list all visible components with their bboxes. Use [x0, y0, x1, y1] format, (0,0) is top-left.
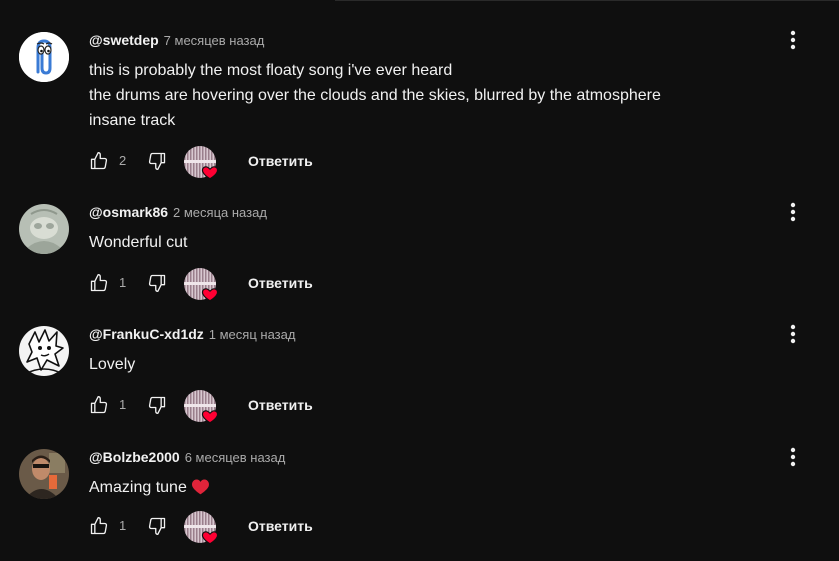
comment-timestamp[interactable]: 2 месяца назад: [173, 205, 267, 220]
heart-icon: [201, 288, 219, 302]
red-heart-emoji-icon: [191, 479, 209, 495]
creator-heart: [184, 390, 220, 426]
comment-menu-button[interactable]: [783, 445, 803, 469]
creator-heart: [184, 268, 220, 304]
heart-icon: [201, 166, 219, 180]
more-vertical-icon: [790, 324, 796, 344]
thumbs-down-icon: [148, 517, 166, 535]
comment-menu-button[interactable]: [783, 200, 803, 224]
comment-header: @osmark86 2 месяца назад: [89, 204, 267, 224]
paperclip-icon: [19, 32, 69, 82]
top-divider: [335, 0, 839, 1]
like-button[interactable]: [89, 151, 109, 171]
comment-thread: @swetdep 7 месяцев назад this is probabl…: [0, 30, 839, 180]
reply-button[interactable]: Ответить: [248, 275, 313, 291]
like-count: 1: [119, 397, 127, 412]
like-button[interactable]: [89, 273, 109, 293]
reply-button[interactable]: Ответить: [248, 153, 313, 169]
thumbs-up-icon: [90, 396, 108, 414]
author-name[interactable]: @swetdep: [89, 32, 159, 48]
thumbs-up-icon: [90, 517, 108, 535]
thumbs-up-icon: [90, 274, 108, 292]
author-avatar[interactable]: [19, 449, 69, 499]
comment-line: Wonderful cut: [89, 234, 188, 251]
heart-icon: [201, 410, 219, 424]
comment-menu-button[interactable]: [783, 28, 803, 52]
more-vertical-icon: [790, 447, 796, 467]
more-vertical-icon: [790, 30, 796, 50]
like-button[interactable]: [89, 516, 109, 536]
comment-timestamp[interactable]: 1 месяц назад: [209, 327, 296, 342]
comment-thread: @osmark86 2 месяца назад Wonderful cut 1…: [0, 202, 839, 302]
heart-icon: [201, 531, 219, 545]
like-button[interactable]: [89, 395, 109, 415]
comment-header: @Bolzbe2000 6 месяцев назад: [89, 449, 285, 469]
comment-line: the drums are hovering over the clouds a…: [89, 87, 661, 104]
comment-text: this is probably the most floaty song i'…: [89, 58, 661, 133]
comment-line-text: Amazing tune: [89, 479, 187, 496]
comment-text: Wonderful cut: [89, 230, 187, 255]
comment-line: Amazing tune: [89, 475, 210, 500]
comment-header: @swetdep 7 месяцев назад: [89, 32, 264, 52]
comment-timestamp[interactable]: 7 месяцев назад: [164, 33, 265, 48]
author-name[interactable]: @FrankuC-xd1dz: [89, 326, 204, 342]
author-name[interactable]: @osmark86: [89, 204, 168, 220]
comment-line: this is probably the most floaty song i'…: [89, 62, 453, 79]
author-avatar[interactable]: [19, 204, 69, 254]
thumbs-up-icon: [90, 152, 108, 170]
comment-text: Amazing tune: [89, 475, 210, 500]
comment-line: Lovely: [89, 356, 136, 373]
anime-drawing-icon: [19, 326, 69, 376]
comment-menu-button[interactable]: [783, 322, 803, 346]
reply-button[interactable]: Ответить: [248, 518, 313, 534]
creator-heart: [184, 146, 220, 182]
comment-line: insane track: [89, 112, 176, 129]
creator-heart: [184, 511, 220, 547]
like-count: 1: [119, 518, 127, 533]
comment-header: @FrankuC-xd1dz 1 месяц назад: [89, 326, 295, 346]
comment-text: Lovely: [89, 352, 135, 377]
comment-timestamp[interactable]: 6 месяцев назад: [185, 450, 286, 465]
comment-thread: @FrankuC-xd1dz 1 месяц назад Lovely 1 От…: [0, 324, 839, 424]
pale-sketch-icon: [19, 204, 69, 254]
author-name[interactable]: @Bolzbe2000: [89, 449, 180, 465]
thumbs-down-icon: [148, 274, 166, 292]
comment-thread: @Bolzbe2000 6 месяцев назад Amazing tune…: [0, 447, 839, 545]
like-count: 1: [119, 275, 127, 290]
dislike-button[interactable]: [147, 395, 167, 415]
like-count: 2: [119, 153, 127, 168]
selfie-photo-icon: [19, 449, 69, 499]
dislike-button[interactable]: [147, 516, 167, 536]
thumbs-down-icon: [148, 152, 166, 170]
dislike-button[interactable]: [147, 273, 167, 293]
thumbs-down-icon: [148, 396, 166, 414]
author-avatar[interactable]: [19, 326, 69, 376]
more-vertical-icon: [790, 202, 796, 222]
reply-button[interactable]: Ответить: [248, 397, 313, 413]
author-avatar[interactable]: [19, 32, 69, 82]
dislike-button[interactable]: [147, 151, 167, 171]
